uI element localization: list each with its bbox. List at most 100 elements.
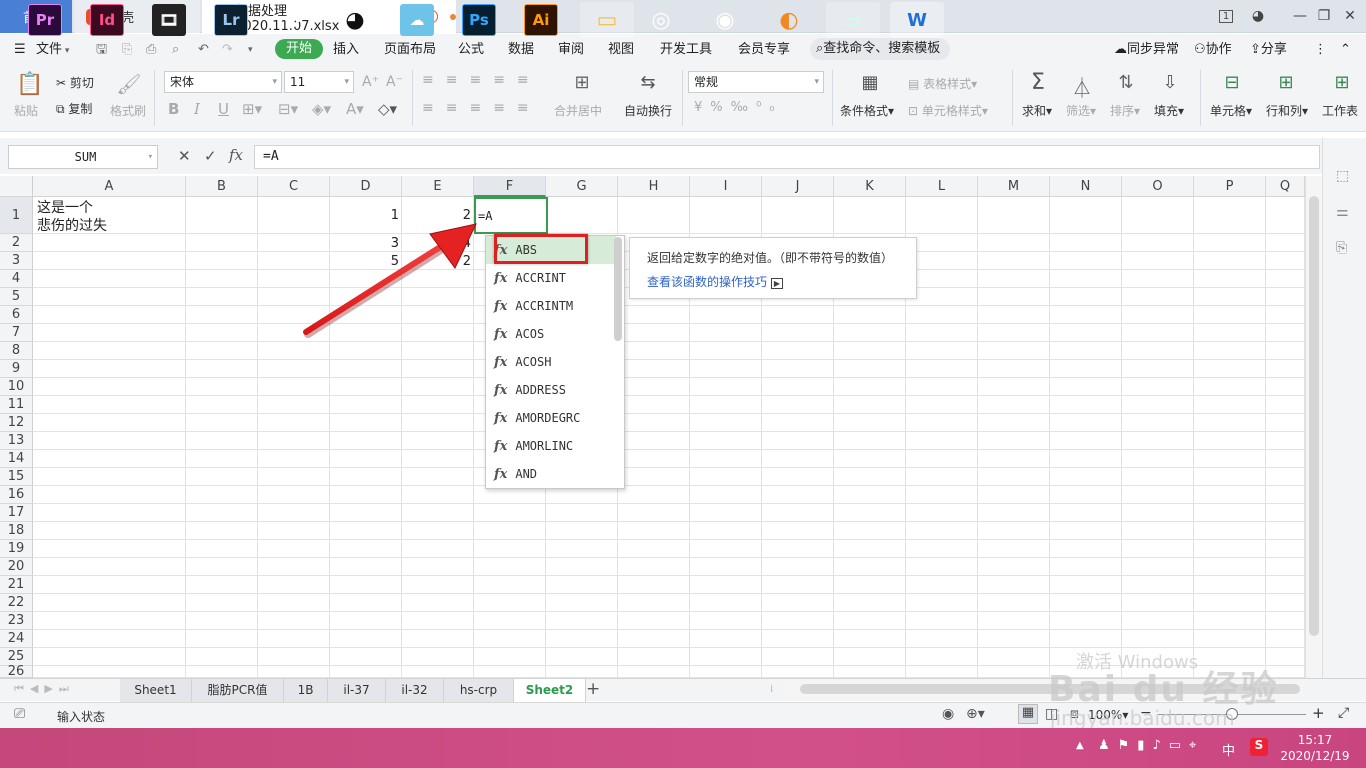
column-header-c[interactable]: C <box>258 176 330 197</box>
row-header-11[interactable]: 11 <box>0 396 33 414</box>
horizontal-align-icons[interactable]: ≡≡≡≡≡ <box>422 100 541 116</box>
table-style-button[interactable]: ▤ 表格样式▾ <box>908 75 977 92</box>
fill-icon[interactable]: ⇩ <box>1156 72 1184 93</box>
cells-button[interactable]: 单元格▾ <box>1210 102 1252 119</box>
browser-app-icon[interactable]: ◎ <box>644 4 678 36</box>
menu-membership[interactable]: 会员专享 <box>738 40 790 60</box>
autocomplete-item-acos[interactable]: fx ACOS <box>486 320 616 348</box>
column-header-f[interactable]: F <box>474 176 546 197</box>
more-icon[interactable]: ⋮ <box>1314 40 1327 60</box>
menu-data[interactable]: 数据 <box>508 40 534 60</box>
cancel-icon[interactable]: ✕ <box>178 147 191 165</box>
eye-protection-icon[interactable]: ◉ <box>942 706 954 722</box>
sheet-tab-6[interactable]: hs-crp <box>444 679 514 702</box>
format-painter-icon[interactable]: 🖌 <box>116 72 142 96</box>
autocomplete-item-and[interactable]: fx AND <box>486 460 616 488</box>
column-header-q[interactable]: Q <box>1266 176 1305 197</box>
photoshop-icon[interactable]: Ps <box>462 4 496 36</box>
autocomplete-item-amordegrc[interactable]: fx AMORDEGRC <box>486 404 616 432</box>
sogou-ime-icon[interactable]: S <box>1250 738 1268 756</box>
autocomplete-item-acosh[interactable]: fx ACOSH <box>486 348 616 376</box>
autocomplete-item-accrint[interactable]: fx ACCRINT <box>486 264 616 292</box>
clear-format-icon[interactable]: ◇▾ <box>378 100 397 118</box>
row-header-23[interactable]: 23 <box>0 612 33 630</box>
modified-dot-icon[interactable] <box>450 13 457 20</box>
side-settings-icon[interactable]: ⚌ <box>1336 204 1349 220</box>
decrease-font-icon[interactable]: A⁻ <box>386 74 403 90</box>
menu-page-layout[interactable]: 页面布局 <box>384 40 436 60</box>
row-header-12[interactable]: 12 <box>0 414 33 432</box>
column-header-p[interactable]: P <box>1194 176 1266 197</box>
wps-icon[interactable]: W <box>890 2 944 38</box>
close-icon[interactable]: ✕ <box>1338 5 1362 27</box>
row-header-7[interactable]: 7 <box>0 324 33 342</box>
vertical-align-icons[interactable]: ≡≡≡≡≡ <box>422 72 541 88</box>
row-header-17[interactable]: 17 <box>0 504 33 522</box>
autocomplete-item-amorlinc[interactable]: fx AMORLINC <box>486 432 616 460</box>
column-header-i[interactable]: I <box>690 176 762 197</box>
enter-check-icon[interactable]: ✓ <box>204 147 217 165</box>
sort-icon[interactable]: ⇅ <box>1112 72 1140 93</box>
menu-home[interactable]: 开始 <box>275 39 324 59</box>
format-painter-button[interactable]: 格式刷 <box>110 102 146 119</box>
sync-status[interactable]: ☁同步异常 <box>1114 40 1179 60</box>
filter-button[interactable]: 筛选▾ <box>1066 102 1096 119</box>
sheet-tab-5[interactable]: il-32 <box>386 679 444 702</box>
column-header-m[interactable]: M <box>978 176 1050 197</box>
column-header-k[interactable]: K <box>834 176 906 197</box>
chat-app-icon[interactable]: ☁ <box>400 4 434 36</box>
column-header-j[interactable]: J <box>762 176 834 197</box>
export-pdf-icon[interactable]: ⎘ <box>122 40 132 60</box>
restore-icon[interactable]: ❐ <box>1312 5 1336 27</box>
redo-icon[interactable]: ↷ <box>222 40 233 60</box>
page-indicator-icon[interactable]: 1 <box>1214 5 1238 27</box>
merge-center-icon[interactable]: ⊞ <box>568 72 596 93</box>
user-avatar-icon[interactable]: ◕ <box>1246 5 1270 27</box>
fill-color-icon[interactable]: ◈▾ <box>312 100 331 118</box>
notes-app-icon[interactable]: ▱ <box>826 2 880 38</box>
ime-indicator[interactable]: 中 <box>1222 740 1235 759</box>
merge-center-button[interactable]: 合并居中 <box>554 102 602 119</box>
row-header-15[interactable]: 15 <box>0 468 33 486</box>
select-all-corner[interactable] <box>0 176 33 197</box>
sheet-tab-3[interactable]: 1B <box>284 679 328 702</box>
add-sheet-button[interactable]: + <box>586 679 600 699</box>
sheet-tab-4[interactable]: il-37 <box>328 679 386 702</box>
row-header-21[interactable]: 21 <box>0 576 33 594</box>
autocomplete-item-address[interactable]: fx ADDRESS <box>486 376 616 404</box>
vertical-scroll-thumb[interactable] <box>1309 196 1319 636</box>
number-format-select[interactable]: 常规 ▾ <box>688 71 824 93</box>
row-header-24[interactable]: 24 <box>0 630 33 648</box>
sheet-tab-2[interactable]: 脂肪PCR值 <box>192 679 284 702</box>
row-header-5[interactable]: 5 <box>0 288 33 306</box>
zoom-in-icon[interactable]: + <box>1312 704 1325 722</box>
row-header-3[interactable]: 3 <box>0 252 33 270</box>
row-header-6[interactable]: 6 <box>0 306 33 324</box>
menu-file[interactable]: 文件 ▾ <box>36 40 69 60</box>
font-color-icon[interactable]: A▾ <box>346 100 364 118</box>
cell-border-style-icon[interactable]: ⊟▾ <box>278 100 298 118</box>
sum-button[interactable]: 求和▾ <box>1022 102 1052 119</box>
conditional-format-button[interactable]: 条件格式▾ <box>840 102 894 119</box>
column-header-b[interactable]: B <box>186 176 258 197</box>
normal-view-icon[interactable]: ▦ <box>1018 704 1038 724</box>
column-header-g[interactable]: G <box>546 176 618 197</box>
increase-font-icon[interactable]: A⁺ <box>362 74 379 90</box>
menu-view[interactable]: 视图 <box>608 40 634 60</box>
name-box[interactable]: SUM ▾ <box>8 145 158 169</box>
print-preview-icon[interactable]: ⌕ <box>172 40 179 60</box>
tray-icons[interactable]: ♟⚑▮♪▭⌖ <box>1098 738 1204 753</box>
minimize-icon[interactable]: — <box>1288 5 1312 27</box>
function-tips-link[interactable]: 查看该函数的操作技巧 ▶ <box>647 273 783 290</box>
rows-cols-button[interactable]: 行和列▾ <box>1266 102 1308 119</box>
column-header-h[interactable]: H <box>618 176 690 197</box>
menu-insert[interactable]: 插入 <box>333 40 359 60</box>
share-button[interactable]: ⇪分享 <box>1250 40 1287 60</box>
autocomplete-item-accrintm[interactable]: fx ACCRINTM <box>486 292 616 320</box>
row-header-26[interactable]: 26 <box>0 665 33 678</box>
worksheet-icon[interactable]: ⊞ <box>1328 72 1356 93</box>
collapse-ribbon-icon[interactable]: ⌃ <box>1340 40 1351 60</box>
hscroll-splitter-icon[interactable]: ⁞ <box>770 684 773 695</box>
menu-formulas[interactable]: 公式 <box>458 40 484 60</box>
illustrator-icon[interactable]: Ai <box>524 4 558 36</box>
